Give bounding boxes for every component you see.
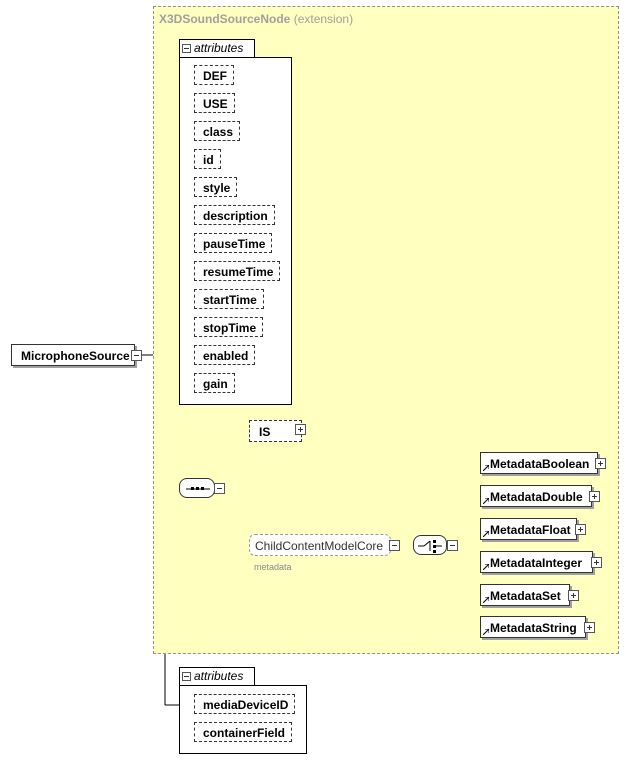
attribute-item[interactable]: DEF [194, 65, 234, 85]
reference-arrow-icon [483, 629, 489, 635]
choice-element[interactable]: MetadataDouble [480, 485, 592, 507]
collapse-icon[interactable] [182, 44, 191, 53]
expand-icon[interactable] [575, 524, 586, 535]
attribute-item[interactable]: style [194, 177, 238, 197]
is-element-label: IS [259, 425, 271, 439]
expand-icon[interactable] [584, 622, 595, 633]
extension-suffix: (extension) [293, 12, 354, 26]
attribute-item[interactable]: stopTime [194, 317, 264, 337]
extension-title: X3DSoundSourceNode (extension) [159, 12, 353, 26]
attribute-item[interactable]: resumeTime [194, 261, 281, 281]
root-element-label: MicrophoneSource [21, 349, 130, 363]
choice-element[interactable]: MetadataString [480, 616, 586, 638]
group-collapse-icon[interactable] [389, 540, 400, 551]
root-collapse-icon[interactable] [131, 350, 142, 361]
attribute-item[interactable]: description [194, 205, 275, 225]
reference-arrow-icon [483, 597, 489, 603]
choice-element[interactable]: MetadataFloat [480, 518, 577, 540]
child-content-group-sublabel: metadata [254, 562, 292, 572]
attribute-item[interactable]: id [194, 149, 221, 169]
attribute-item[interactable]: gain [194, 373, 235, 393]
sequence-icon [186, 487, 210, 490]
sequence-compositor[interactable] [179, 478, 215, 498]
expand-icon[interactable] [591, 557, 602, 568]
child-content-group-label: ChildContentModelCore [255, 539, 384, 553]
reference-arrow-icon [483, 531, 489, 537]
attribute-item[interactable]: class [194, 121, 241, 141]
collapse-icon[interactable] [182, 672, 191, 681]
child-content-group[interactable]: ChildContentModelCore [249, 534, 391, 556]
root-element[interactable]: MicrophoneSource [11, 344, 135, 366]
sequence-collapse-icon[interactable] [214, 483, 225, 494]
attribute-item[interactable]: mediaDeviceID [194, 694, 296, 714]
choice-element[interactable]: MetadataBoolean [480, 452, 598, 474]
attribute-item[interactable]: pauseTime [194, 233, 273, 253]
choice-element[interactable]: MetadataInteger [480, 551, 593, 573]
reference-arrow-icon [483, 498, 489, 504]
expand-icon[interactable] [595, 458, 606, 469]
own-attributes-tab[interactable]: attributes [179, 667, 255, 686]
choice-compositor[interactable] [413, 535, 447, 555]
attribute-item[interactable]: startTime [194, 289, 264, 309]
expand-icon[interactable] [589, 491, 600, 502]
expand-icon[interactable] [568, 590, 579, 601]
attribute-item[interactable]: enabled [194, 345, 256, 365]
reference-arrow-icon [483, 465, 489, 471]
own-attributes-tab-label: attributes [194, 669, 244, 683]
attributes-tab-label: attributes [194, 41, 244, 55]
is-expand-icon[interactable] [295, 424, 306, 435]
choice-element[interactable]: MetadataSet [480, 584, 570, 606]
attribute-item[interactable]: USE [194, 93, 235, 113]
attribute-item[interactable]: containerField [194, 722, 293, 742]
choice-icon [418, 540, 442, 553]
choice-collapse-icon[interactable] [447, 540, 458, 551]
attributes-tab[interactable]: attributes [179, 39, 255, 58]
extension-name: X3DSoundSourceNode [159, 12, 291, 26]
reference-arrow-icon [483, 564, 489, 570]
